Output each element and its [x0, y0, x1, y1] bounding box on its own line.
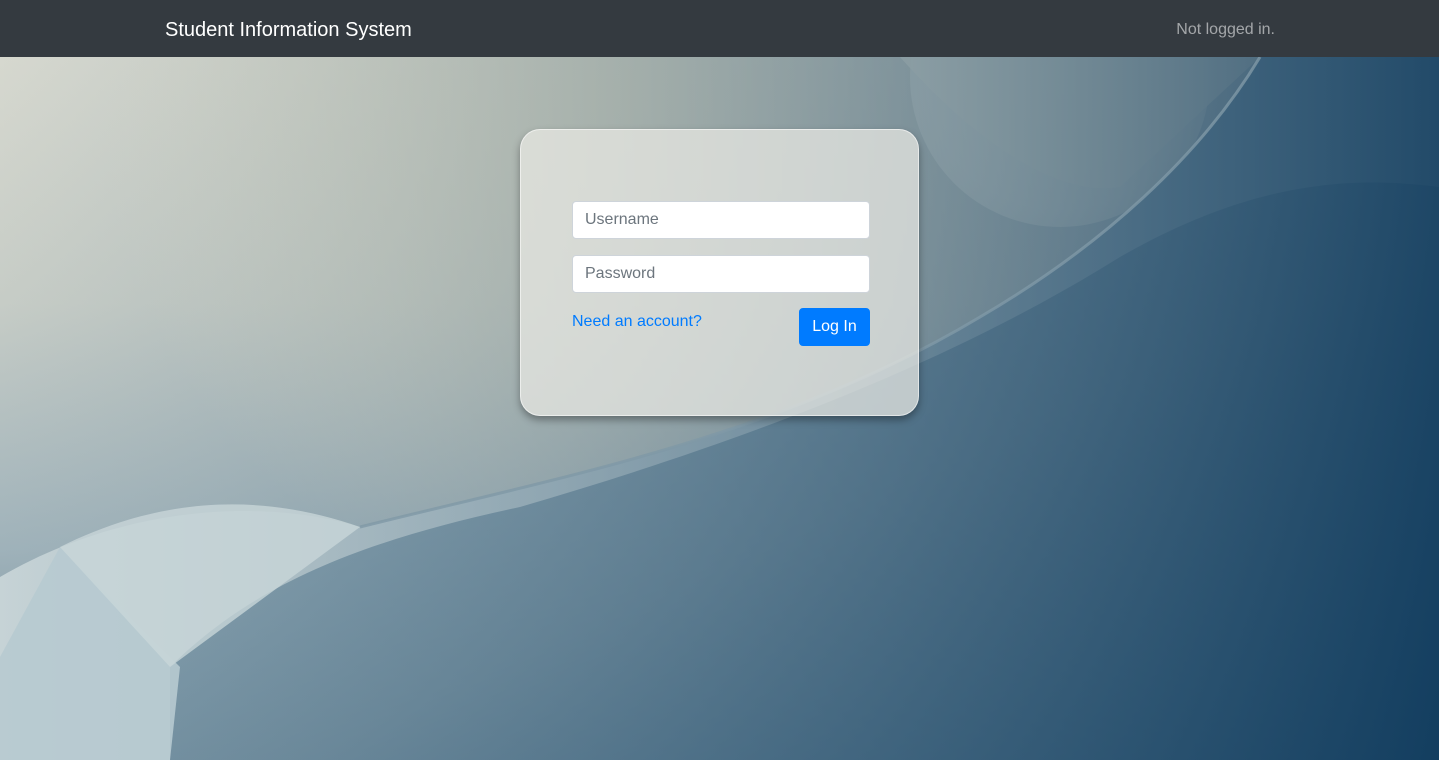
- log-in-button[interactable]: Log In: [799, 308, 870, 346]
- top-navbar: Student Information System Not logged in…: [0, 0, 1439, 57]
- username-input[interactable]: [572, 201, 870, 239]
- login-status-text: Not logged in.: [1176, 21, 1275, 38]
- brand-link[interactable]: Student Information System: [165, 17, 412, 43]
- password-input[interactable]: [572, 255, 870, 293]
- need-account-link[interactable]: Need an account?: [572, 311, 702, 333]
- login-card: Need an account? Log In: [520, 129, 919, 416]
